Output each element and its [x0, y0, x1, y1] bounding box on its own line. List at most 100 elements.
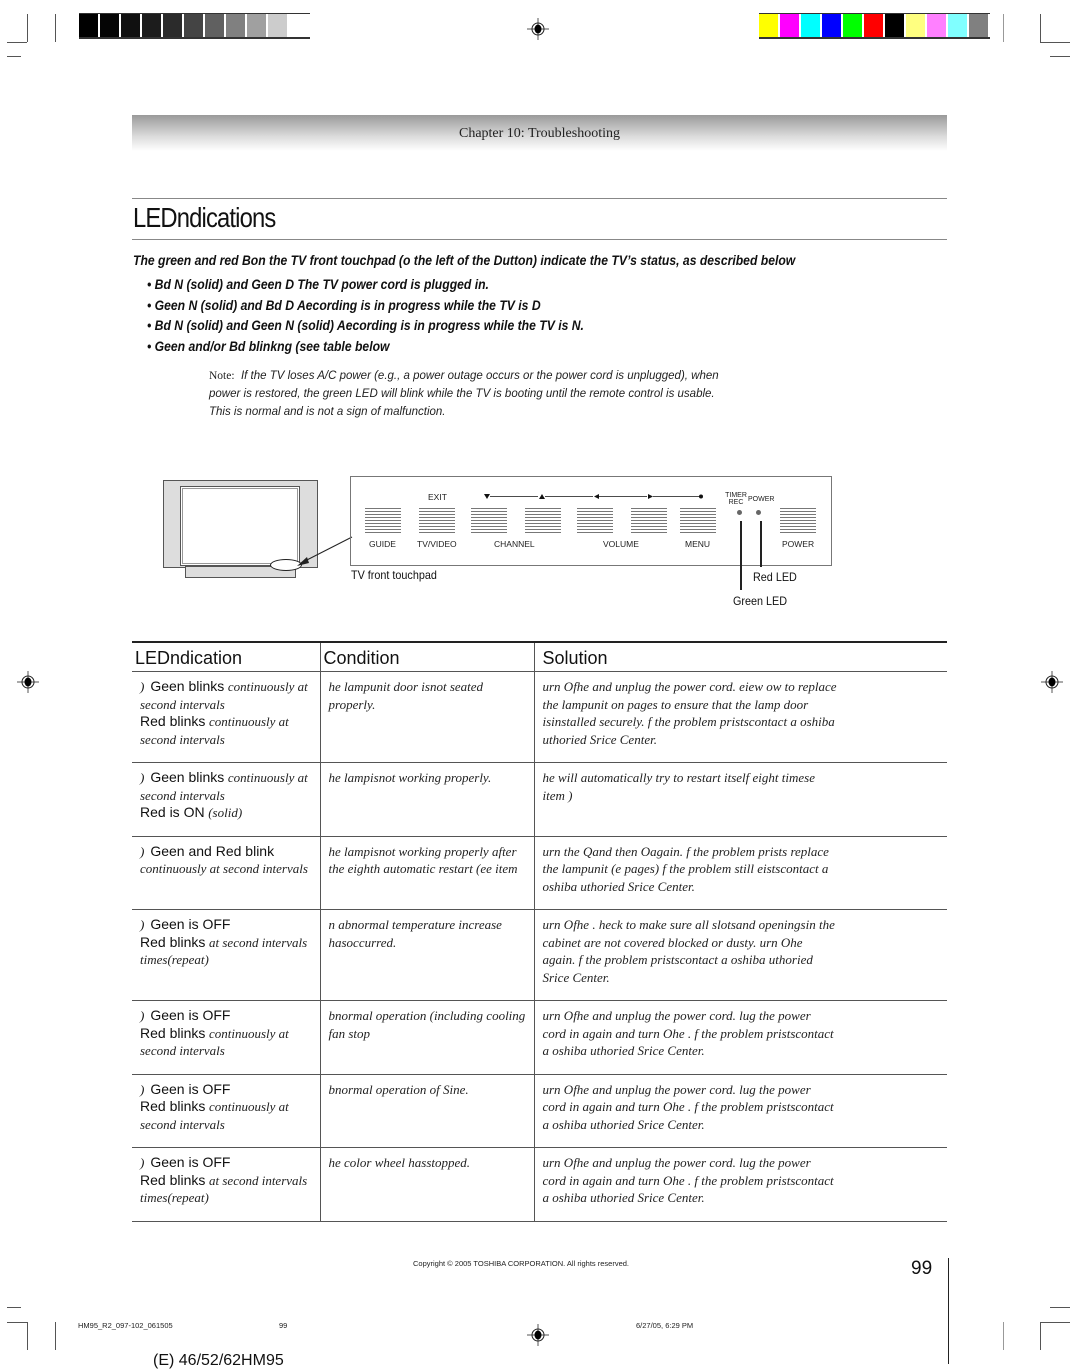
- indication-main-2: Red blinks: [140, 1098, 206, 1114]
- crop-mark: [1003, 1322, 1004, 1350]
- touchpad-caption: TV front touchpad: [351, 568, 437, 582]
- title-rule-top: [132, 198, 947, 199]
- indication-main-2: Red blinks: [140, 713, 206, 729]
- bullet-item: • Bd N (solid) and Geen D The TV power c…: [147, 276, 489, 292]
- registration-mark-icon: [17, 671, 39, 693]
- crop-mark: [27, 1322, 28, 1350]
- volume-up-button: [631, 506, 667, 534]
- guide-button: [365, 506, 401, 534]
- grayscale-calibration-bar: [79, 13, 310, 39]
- row-marker: ): [140, 679, 145, 694]
- crop-mark: [7, 56, 21, 57]
- calibration-swatch: [121, 14, 140, 37]
- menu-button: [680, 506, 716, 534]
- chapter-header: Chapter 10: Troubleshooting: [132, 115, 947, 151]
- header-solution: Solution: [533, 641, 947, 672]
- page-title: LEDndications: [133, 202, 276, 233]
- green-led-leader: [740, 521, 742, 590]
- indication-detail: continuously at second intervals: [140, 861, 308, 876]
- calibration-swatch: [289, 14, 308, 37]
- solution-cell: urn Ofhe . heck to make sure all slotsan…: [533, 909, 947, 1001]
- intro-text: The green and red Bon the TV front touch…: [133, 252, 796, 268]
- header-condition: Condition: [319, 641, 534, 672]
- registration-mark-icon: [1041, 671, 1063, 693]
- indication-main-2: Red blinks: [140, 933, 206, 950]
- table-row: ) Geen is OFF Red blinks continuously at …: [132, 1074, 947, 1148]
- condition-cell: bnormal operation (including cooling fan…: [319, 1000, 534, 1075]
- red-led-indicator: [756, 510, 761, 515]
- led-indication-cell: ) Geen is OFF Red blinks continuously at …: [132, 1000, 320, 1075]
- condition-cell: he lampisnot working properly.: [319, 762, 534, 837]
- crop-mark: [1040, 1322, 1070, 1323]
- led-indication-cell: ) Geen is OFF Red blinks at second interv…: [132, 909, 320, 1001]
- solution-cell: urn the Qand then Oagain. f the problem …: [533, 836, 947, 910]
- indication-main-2: Red blinks: [140, 1024, 206, 1041]
- slug-date: 6/27/05, 6:29 PM: [636, 1321, 694, 1330]
- crop-mark: [1040, 1322, 1041, 1350]
- exit-label: EXIT: [428, 492, 447, 502]
- indication-main: Geen blinks: [150, 769, 225, 785]
- solution-cell: he will automatically try to restart its…: [533, 762, 947, 837]
- solution-cell: urn Ofhe and unplug the power cord. eiew…: [533, 671, 947, 763]
- crop-mark: [7, 1322, 27, 1323]
- header-led-indication: LEDndication: [132, 641, 320, 672]
- led-indication-cell: ) Geen blinks continuously at second inte…: [132, 762, 320, 837]
- calibration-swatch: [79, 14, 98, 37]
- calibration-swatch: [163, 14, 182, 37]
- calibration-swatch: [226, 14, 245, 37]
- menu-label: MENU: [685, 539, 711, 549]
- row-marker: ): [140, 1155, 145, 1170]
- table-row: ) Geen blinks continuously at second inte…: [132, 762, 947, 837]
- indication-main-2: Red blinks: [140, 1171, 206, 1188]
- indication-main-2: Red is ON: [140, 804, 205, 820]
- crop-mark: [7, 42, 27, 43]
- calibration-swatch: [184, 14, 203, 37]
- indication-main: Geen is OFF: [150, 1080, 231, 1097]
- table-row: ) Geen and Red blink continuously at seco…: [132, 836, 947, 910]
- calibration-swatch: [864, 14, 883, 37]
- channel-down-button: [471, 506, 507, 534]
- copyright: Copyright © 2005 TOSHIBA CORPORATION. Al…: [413, 1259, 630, 1268]
- crop-mark: [1040, 42, 1070, 43]
- calibration-swatch: [780, 14, 799, 37]
- slug-file: HM95_R2_097-102_061505: [78, 1321, 173, 1330]
- indication-main: Geen is OFF: [150, 1154, 231, 1170]
- calibration-swatch: [247, 14, 266, 37]
- crop-mark: [1050, 1307, 1070, 1308]
- calibration-swatch: [969, 14, 988, 37]
- color-calibration-bar: [759, 13, 990, 39]
- indication-main: Geen and Red blink: [150, 842, 275, 859]
- model-number: (E) 46/52/62HM95: [153, 1352, 284, 1369]
- row-marker: ): [140, 1008, 145, 1023]
- crop-mark: [1040, 14, 1041, 42]
- note-text: If the TV loses A/C power (e.g., a power…: [209, 370, 719, 418]
- volume-down-button: [577, 506, 613, 534]
- red-led-leader: [760, 521, 762, 567]
- pointer-arrow-icon: [297, 536, 353, 566]
- channel-up-button: [525, 506, 561, 534]
- arrow-direction-icons: [484, 494, 703, 499]
- indication-main: Geen is OFF: [150, 916, 231, 932]
- note-label: Note:: [209, 370, 235, 382]
- calibration-swatch: [927, 14, 946, 37]
- condition-cell: he lampisnot working properly after the …: [319, 836, 534, 910]
- calibration-swatch: [822, 14, 841, 37]
- table-row: ) Geen is OFF Red blinks at second interv…: [132, 909, 947, 1001]
- calibration-swatch: [885, 14, 904, 37]
- channel-label: CHANNEL: [494, 539, 535, 549]
- table-row: ) Geen is OFF Red blinks at second interv…: [132, 1147, 947, 1222]
- timer-rec-label: TIMER REC: [725, 492, 747, 506]
- condition-cell: bnormal operation of Sine.: [319, 1074, 534, 1148]
- crop-mark: [55, 14, 56, 42]
- bullet-item: • Bd N (solid) and Geen N (solid) Aecord…: [147, 317, 584, 333]
- solution-cell: urn Ofhe and unplug the power cord. lug …: [533, 1147, 947, 1222]
- guide-label: GUIDE: [369, 539, 396, 549]
- led-indication-cell: ) Geen is OFF Red blinks at second interv…: [132, 1147, 320, 1222]
- row-marker: ): [140, 917, 145, 932]
- calibration-swatch: [100, 14, 119, 37]
- calibration-swatch: [759, 14, 778, 37]
- page-number: 99: [911, 1258, 933, 1279]
- chapter-title: Chapter 10: Troubleshooting: [458, 126, 620, 141]
- solution-cell: urn Ofhe and unplug the power cord. lug …: [533, 1074, 947, 1148]
- calibration-swatch: [801, 14, 820, 37]
